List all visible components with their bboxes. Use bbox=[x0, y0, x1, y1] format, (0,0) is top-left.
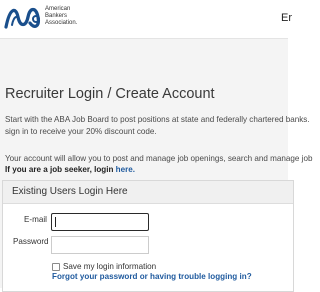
intro-line-2: sign in to receive your 20% discount cod… bbox=[5, 127, 157, 136]
intro-line-1: Start with the ABA Job Board to post pos… bbox=[5, 115, 310, 124]
job-seeker-line: If you are a job seeker, login here. bbox=[5, 164, 312, 175]
login-panel-heading: Existing Users Login Here bbox=[3, 181, 293, 204]
password-label: Password bbox=[13, 237, 49, 246]
job-seeker-login-link[interactable]: here. bbox=[116, 165, 135, 174]
account-info: Your account will allow you to post and … bbox=[5, 153, 312, 175]
intro-text: Start with the ABA Job Board to post pos… bbox=[5, 114, 310, 138]
text-caret bbox=[55, 217, 56, 227]
page-title: Recruiter Login / Create Account bbox=[5, 86, 215, 102]
remember-checkbox[interactable] bbox=[52, 262, 60, 271]
account-line: Your account will allow you to post and … bbox=[5, 154, 313, 163]
email-label: E-mail bbox=[24, 215, 47, 224]
existing-users-login-panel: Existing Users Login Here E-mail Passwor… bbox=[2, 180, 294, 292]
email-input[interactable] bbox=[51, 213, 149, 231]
logo-wordmark: American Bankers Association. bbox=[45, 6, 95, 27]
job-seeker-prefix: If you are a job seeker, login bbox=[5, 165, 116, 174]
logo-line-2: Bankers bbox=[45, 13, 68, 19]
forgot-password-link[interactable]: Forgot your password or having trouble l… bbox=[52, 272, 252, 281]
remember-label: Save my login information bbox=[63, 262, 157, 271]
password-input[interactable] bbox=[51, 236, 149, 254]
remember-login[interactable]: Save my login information bbox=[52, 262, 156, 271]
site-header: American Bankers Association. Er bbox=[0, 0, 292, 39]
header-nav-cut-text[interactable]: Er bbox=[281, 12, 292, 24]
aba-logo[interactable] bbox=[4, 5, 44, 31]
logo-line-3: Association. bbox=[45, 20, 78, 26]
logo-line-1: American bbox=[45, 6, 71, 12]
aba-logo-icon bbox=[4, 7, 40, 29]
